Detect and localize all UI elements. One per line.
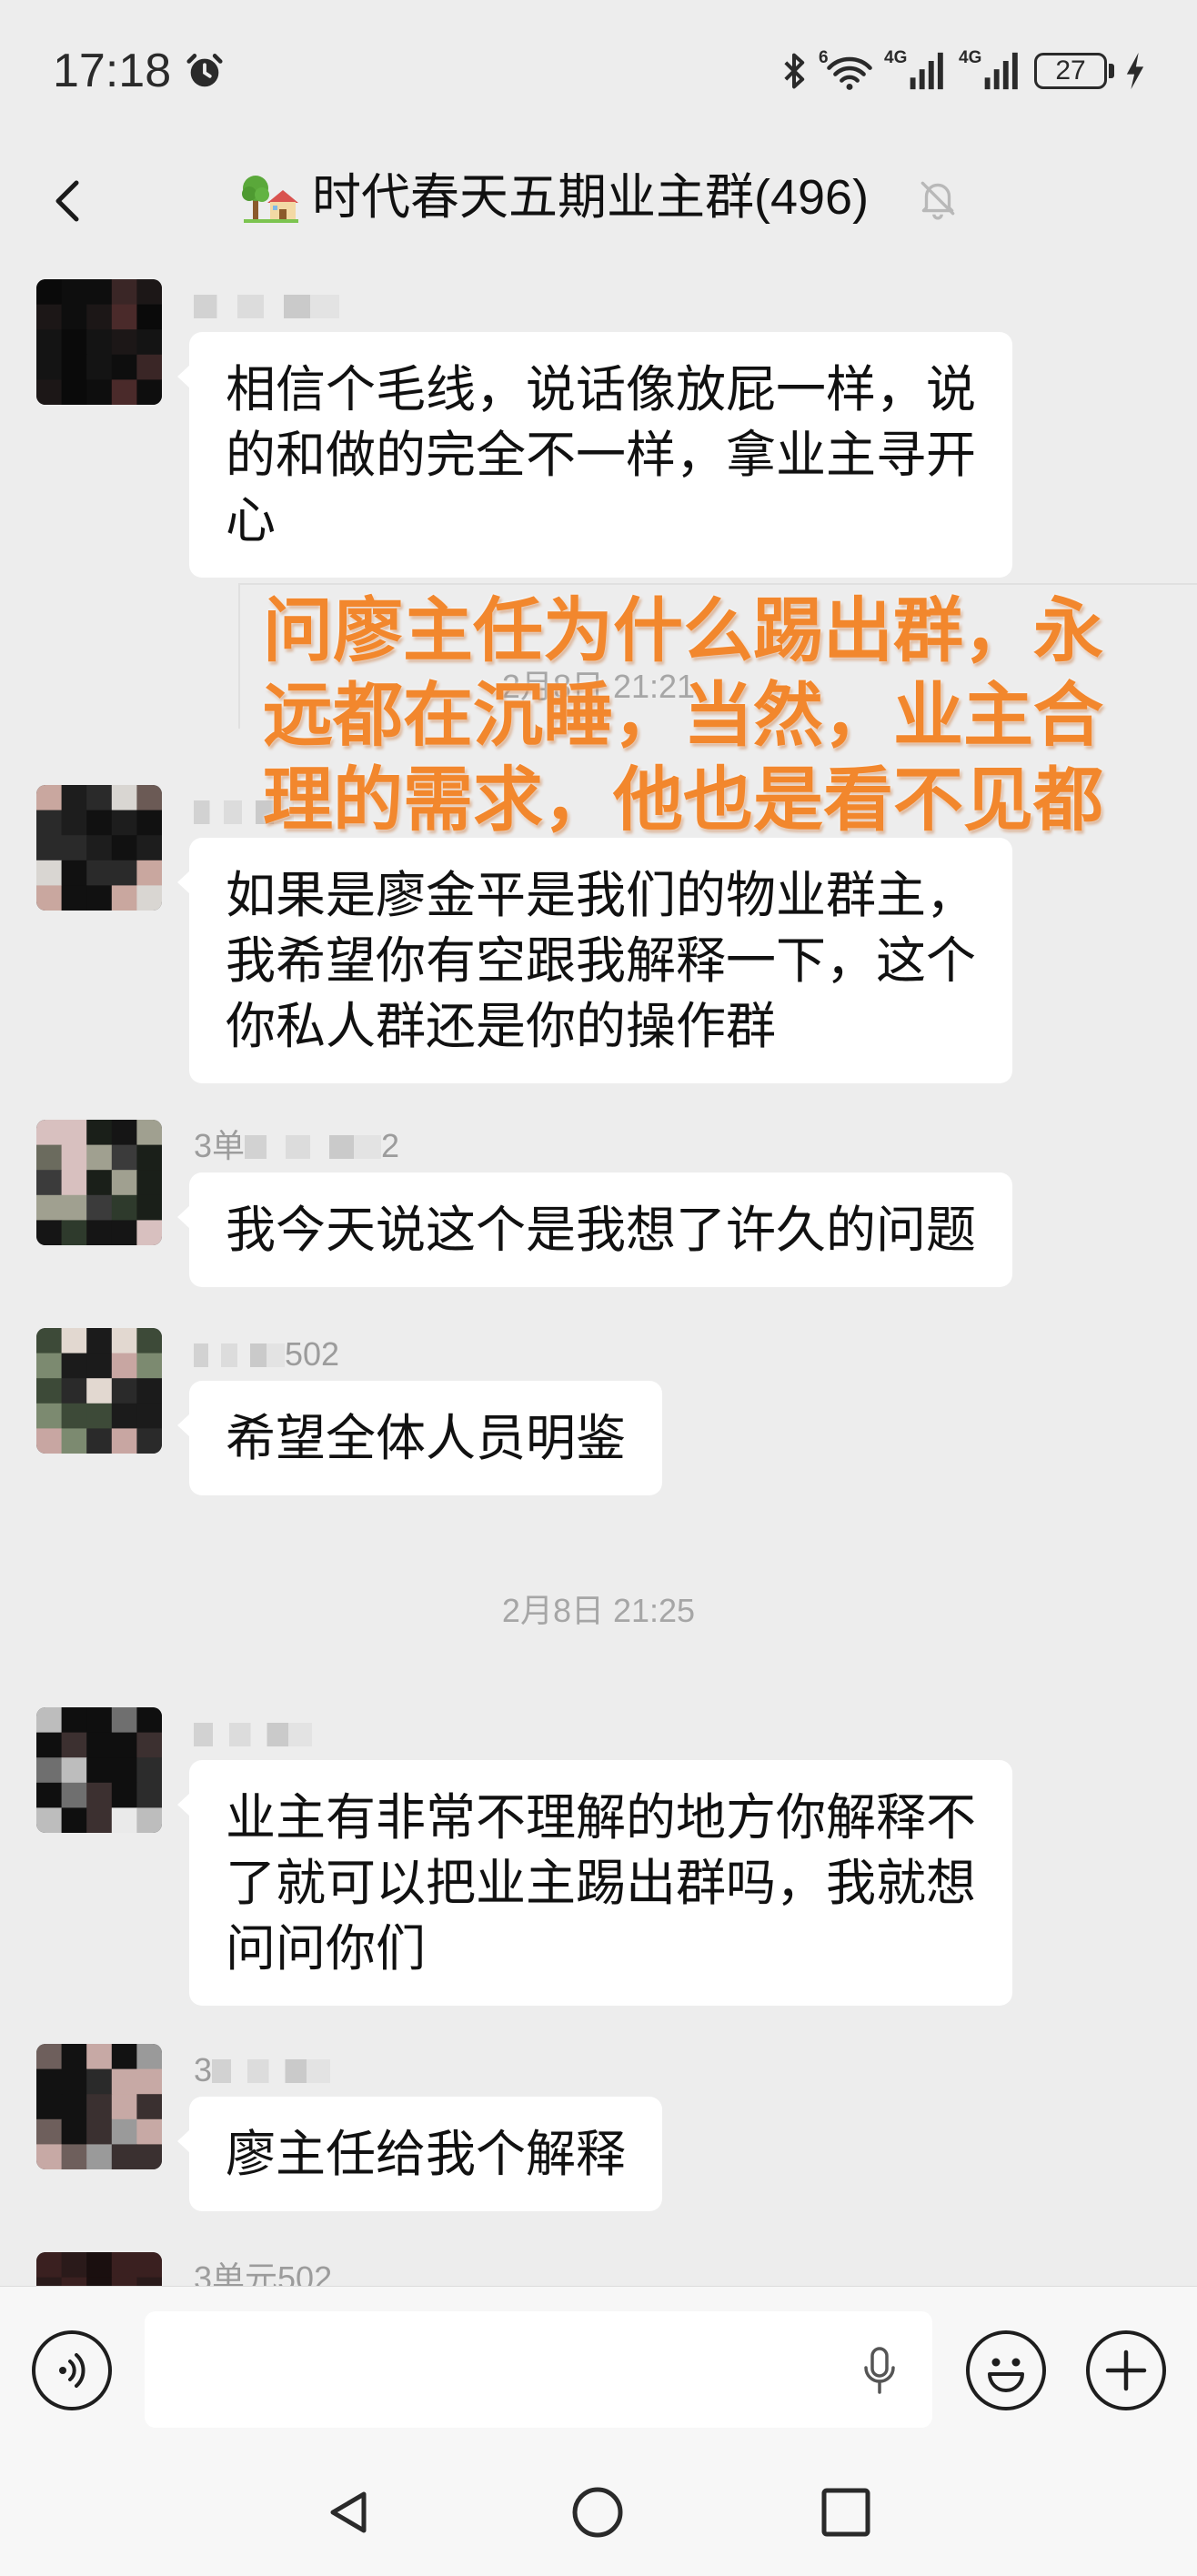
message-input[interactable] <box>145 2311 932 2428</box>
sender-name-prefix: 3单 <box>194 1127 246 1164</box>
microphone-icon[interactable] <box>861 2346 898 2395</box>
overlay-caption-line: 远都在沉睡，当然，业主合 <box>263 677 1103 755</box>
network-type-label: 4G <box>884 48 908 67</box>
alarm-icon <box>184 50 226 92</box>
message-text: 的和做的完全不一样，拿业主寻开 <box>226 427 977 483</box>
bubble-tail <box>177 1414 190 1437</box>
message-bubble[interactable]: 我今天说这个是我想了许久的问题 <box>177 1172 1013 1287</box>
chat-header: 时代春天五期业主群(496) <box>0 139 1197 267</box>
battery-nub <box>1109 64 1114 78</box>
avatar-image <box>36 279 162 405</box>
bubble-tail <box>177 365 190 388</box>
chat-message-list[interactable]: 相信个毛线，说话像放屁一样，说 的和做的完全不一样，拿业主寻开 心 2月8日 2… <box>0 267 1197 2286</box>
page-title: 时代春天五期业主群(496) <box>312 170 870 225</box>
bubble-tail <box>177 870 190 894</box>
avatar[interactable] <box>36 1707 162 1833</box>
input-bar <box>0 2286 1197 2447</box>
pixelated-name <box>194 1723 312 1746</box>
avatar-image <box>36 1328 162 1454</box>
avatar-image <box>36 785 162 911</box>
voice-icon <box>59 2353 86 2388</box>
message-text: 如果是廖金平是我们的物业群主， <box>226 867 977 923</box>
pixelated-name <box>212 2059 331 2083</box>
avatar-image <box>36 2044 162 2169</box>
avatar[interactable] <box>36 1328 162 1454</box>
pixelated-name <box>194 1343 285 1367</box>
back-chevron-icon[interactable] <box>47 172 89 230</box>
bubble-tail <box>177 2129 190 2153</box>
message-text: 相信个毛线，说话像放屁一样，说 <box>226 361 977 418</box>
charging-icon <box>1124 51 1146 91</box>
avatar-image <box>36 1707 162 1833</box>
recents-square-icon[interactable] <box>820 2486 872 2539</box>
message-text: 希望全体人员明鉴 <box>226 1410 627 1466</box>
signal-icon: 4G <box>884 49 948 93</box>
muted-bell-icon <box>915 176 961 221</box>
overlay-caption-line: 问廖主任为什么踢出群，永 <box>263 592 1103 670</box>
message-bubble[interactable]: 如果是廖金平是我们的物业群主， 我希望你有空跟我解释一下，这个 你私人群还是你的… <box>177 838 1013 1083</box>
status-bar: 17:18 6 4G 4G 27 <box>0 0 1197 139</box>
message-bubble[interactable]: 廖主任给我个解释 <box>177 2097 663 2211</box>
sender-name-prefix: 3 <box>194 2051 213 2088</box>
sender-name: 502 <box>194 1335 339 1374</box>
overlay-caption: 问廖主任为什么踢出群，永 远都在沉睡，当然，业主合 理的需求，他也是看不见都 <box>263 589 1103 843</box>
sender-name: 3单 2 <box>194 1127 399 1165</box>
emoji-icon <box>988 2358 1024 2392</box>
signal-icon: 4G <box>959 49 1022 93</box>
pixelated-name <box>245 1135 382 1159</box>
sender-name: 3单元502 <box>194 2259 333 2286</box>
sender-name: 3 <box>194 2051 331 2089</box>
home-circle-icon[interactable] <box>570 2485 625 2540</box>
avatar-image <box>36 1120 162 1245</box>
voice-button[interactable] <box>32 2330 112 2410</box>
back-triangle-icon[interactable] <box>322 2485 377 2540</box>
avatar-image <box>36 2252 162 2286</box>
battery-icon: 27 <box>1034 53 1107 89</box>
avatar[interactable] <box>36 279 162 405</box>
message-text: 廖主任给我个解释 <box>226 2126 627 2182</box>
pixelated-name <box>194 295 339 318</box>
bubble-tail <box>177 1793 190 1816</box>
avatar[interactable] <box>36 2252 162 2286</box>
avatar[interactable] <box>36 785 162 911</box>
network-type-label: 4G <box>959 48 982 67</box>
message-text: 业主有非常不理解的地方你解释不 <box>226 1789 977 1846</box>
message-bubble[interactable]: 希望全体人员明鉴 <box>177 1381 663 1495</box>
house-with-garden-icon <box>240 168 300 228</box>
message-text: 我今天说这个是我想了许久的问题 <box>226 1202 977 1258</box>
sender-name-suffix: 2 <box>381 1127 400 1164</box>
overlay-caption-line: 理的需求，他也是看不见都 <box>263 761 1103 840</box>
message-text: 心 <box>226 492 277 548</box>
chat-timestamp: 2月8日 21:25 <box>501 1592 696 1629</box>
message-bubble[interactable]: 相信个毛线，说话像放屁一样，说 的和做的完全不一样，拿业主寻开 心 <box>177 332 1013 578</box>
bluetooth-icon <box>782 51 806 91</box>
message-text: 你私人群还是你的操作群 <box>226 998 777 1054</box>
message-text: 我希望你有空跟我解释一下，这个 <box>226 932 977 989</box>
emoji-button[interactable] <box>966 2330 1046 2410</box>
avatar[interactable] <box>36 2044 162 2169</box>
message-text: 了就可以把业主踢出群吗，我就想 <box>226 1855 977 1911</box>
wifi-icon: 6 <box>819 49 875 93</box>
plus-icon <box>1105 2350 1147 2391</box>
avatar[interactable] <box>36 1120 162 1245</box>
plus-button[interactable] <box>1086 2330 1166 2410</box>
system-nav-bar <box>0 2447 1197 2576</box>
message-text: 问问你们 <box>226 1920 427 1977</box>
status-time: 17:18 <box>53 45 172 97</box>
message-bubble[interactable]: 业主有非常不理解的地方你解释不 了就可以把业主踢出群吗，我就想 问问你们 <box>177 1760 1013 2006</box>
sender-name <box>194 287 339 325</box>
sender-name <box>194 1715 312 1753</box>
sender-name-suffix: 502 <box>285 1335 340 1373</box>
bubble-tail <box>177 1205 190 1229</box>
